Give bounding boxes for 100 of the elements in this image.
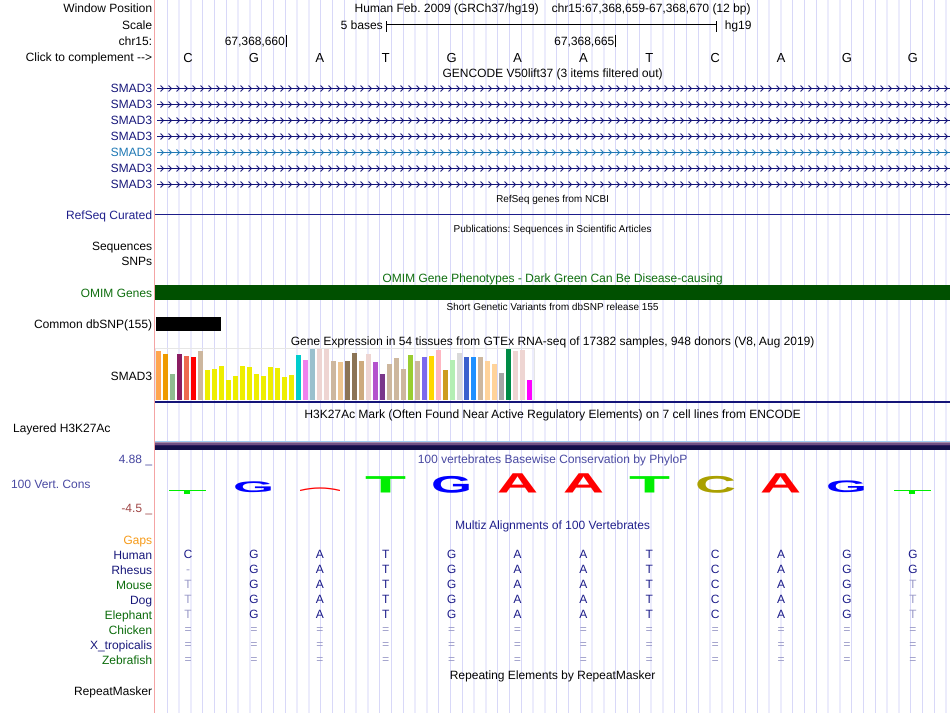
logo-letter: G xyxy=(233,478,274,496)
transcript-feature[interactable] xyxy=(157,180,950,188)
transcript-feature[interactable] xyxy=(157,132,950,140)
alignment-base: C xyxy=(710,547,720,562)
alignment-base: = xyxy=(448,637,456,652)
snp-feature[interactable] xyxy=(156,316,221,330)
track-label[interactable]: Layered H3K27Ac xyxy=(13,421,110,435)
alignment-base: = xyxy=(580,652,587,667)
alignment-base: C xyxy=(710,577,720,592)
alignment-base: = xyxy=(184,652,192,667)
alignment-base: A xyxy=(579,577,588,592)
window-position-label: Window Position xyxy=(63,1,152,15)
species-label[interactable]: Chicken xyxy=(108,622,152,636)
track-label[interactable]: 100 Vert. Cons xyxy=(11,476,90,490)
alignment-base: T xyxy=(909,592,916,607)
alignment-base: G xyxy=(446,577,456,592)
alignment-base: = xyxy=(646,652,653,667)
alignment-base: = xyxy=(250,622,258,637)
transcript-label[interactable]: SMAD3 xyxy=(110,161,152,175)
transcript-label[interactable]: SMAD3 xyxy=(110,81,152,95)
alignment-base: A xyxy=(513,592,522,607)
alignment-base: A xyxy=(316,562,324,577)
logo-letter: C xyxy=(694,470,736,497)
transcript-label[interactable]: SMAD3 xyxy=(110,97,152,111)
transcript-feature[interactable] xyxy=(157,116,950,124)
transcript-label[interactable]: SMAD3 xyxy=(110,145,152,159)
alignment-base: = xyxy=(250,652,258,667)
alignment-base: = xyxy=(777,652,784,667)
alignment-base: T xyxy=(382,547,390,562)
sequence-base: A xyxy=(315,50,324,64)
chromosome-label: chr15: xyxy=(118,34,152,48)
track-label[interactable]: OMIM Genes xyxy=(80,286,152,300)
alignment-base: G xyxy=(842,592,852,607)
sequence-base: A xyxy=(776,50,786,64)
alignment-base: = xyxy=(514,637,521,652)
transcript-feature[interactable] xyxy=(157,164,950,172)
species-label[interactable]: Mouse xyxy=(116,578,152,592)
species-label[interactable]: Dog xyxy=(130,592,152,606)
track-label[interactable]: Common dbSNP(155) xyxy=(34,316,152,330)
alignment-base: = xyxy=(382,622,390,637)
alignment-base: T xyxy=(646,562,653,577)
alignment-base: A xyxy=(316,577,324,592)
alignment-base: = xyxy=(646,637,653,652)
alignment-base: = xyxy=(514,622,521,637)
alignment-base: A xyxy=(316,607,324,622)
alignment-base: = xyxy=(382,652,390,667)
alignment-base: G xyxy=(249,562,258,577)
sequence-base: G xyxy=(908,50,918,64)
alignment-base: G xyxy=(249,547,258,562)
alignment-base: T xyxy=(646,547,653,562)
alignment-base: = xyxy=(712,622,719,637)
track-label[interactable]: SMAD3 xyxy=(110,368,152,382)
alignment-base: A xyxy=(776,562,785,577)
alignment-base: A xyxy=(513,562,522,577)
alignment-base: T xyxy=(909,607,916,622)
logo-letter: G xyxy=(826,476,868,496)
species-label[interactable]: Zebrafish xyxy=(102,652,152,666)
track-title: Short Genetic Variants from dbSNP release 155 xyxy=(446,302,658,314)
position-text: chr15:67,368,659-67,368,670 (12 bp) xyxy=(552,1,750,15)
track-title: RefSeq genes from NCBI xyxy=(496,194,609,206)
sequence-base: T xyxy=(382,50,390,64)
alignment-base: A xyxy=(776,547,785,562)
sequence-base: T xyxy=(645,50,654,64)
alignment-base: G xyxy=(842,547,852,562)
track-title: GENCODE V50lift37 (3 items filtered out) xyxy=(442,66,663,80)
alignment-base: = xyxy=(909,622,916,637)
track-label[interactable]: RefSeq Curated xyxy=(66,208,152,222)
track-label[interactable]: Sequences xyxy=(92,238,152,252)
logo-letter: T xyxy=(628,470,670,497)
transcript-feature[interactable] xyxy=(157,84,950,92)
species-label[interactable]: Elephant xyxy=(104,608,152,622)
alignment-base: = xyxy=(184,622,192,637)
track-title: Gene Expression in 54 tissues from GTEx RNA-seq of 17382 samples, 948 donors (V8, Aug 2019) xyxy=(290,334,814,348)
alignment-base: G xyxy=(446,562,456,577)
species-label[interactable]: Human xyxy=(113,548,152,562)
alignment-base: = xyxy=(843,637,850,652)
species-label[interactable]: Rhesus xyxy=(111,562,152,576)
alignment-base: = xyxy=(909,652,916,667)
alignment-base: C xyxy=(710,562,720,577)
logo-letter: A xyxy=(562,466,604,498)
alignment-base: = xyxy=(316,652,324,667)
transcript-label[interactable]: SMAD3 xyxy=(110,129,152,143)
transcript-feature[interactable] xyxy=(157,100,950,108)
scale-label: Scale xyxy=(122,18,152,32)
complement-link[interactable]: Click to complement --> xyxy=(26,50,152,64)
alignment-base: G xyxy=(249,607,258,622)
sequence-base: G xyxy=(446,50,457,64)
alignment-base: G xyxy=(249,577,258,592)
sequence-base: C xyxy=(183,50,193,64)
transcript-label[interactable]: SMAD3 xyxy=(110,177,152,191)
track-label[interactable]: SNPs xyxy=(121,254,152,268)
transcript-label[interactable]: SMAD3 xyxy=(110,113,152,127)
alignment-base: = xyxy=(777,622,784,637)
track-label[interactable]: RepeatMasker xyxy=(74,684,152,698)
alignment-base: = xyxy=(184,637,192,652)
alignment-base: T xyxy=(184,607,192,622)
species-label[interactable]: X_tropicalis xyxy=(90,638,152,652)
alignment-base: G xyxy=(842,577,852,592)
track-title: Publications: Sequences in Scientific Articles xyxy=(454,224,652,236)
alignment-base: T xyxy=(382,577,390,592)
